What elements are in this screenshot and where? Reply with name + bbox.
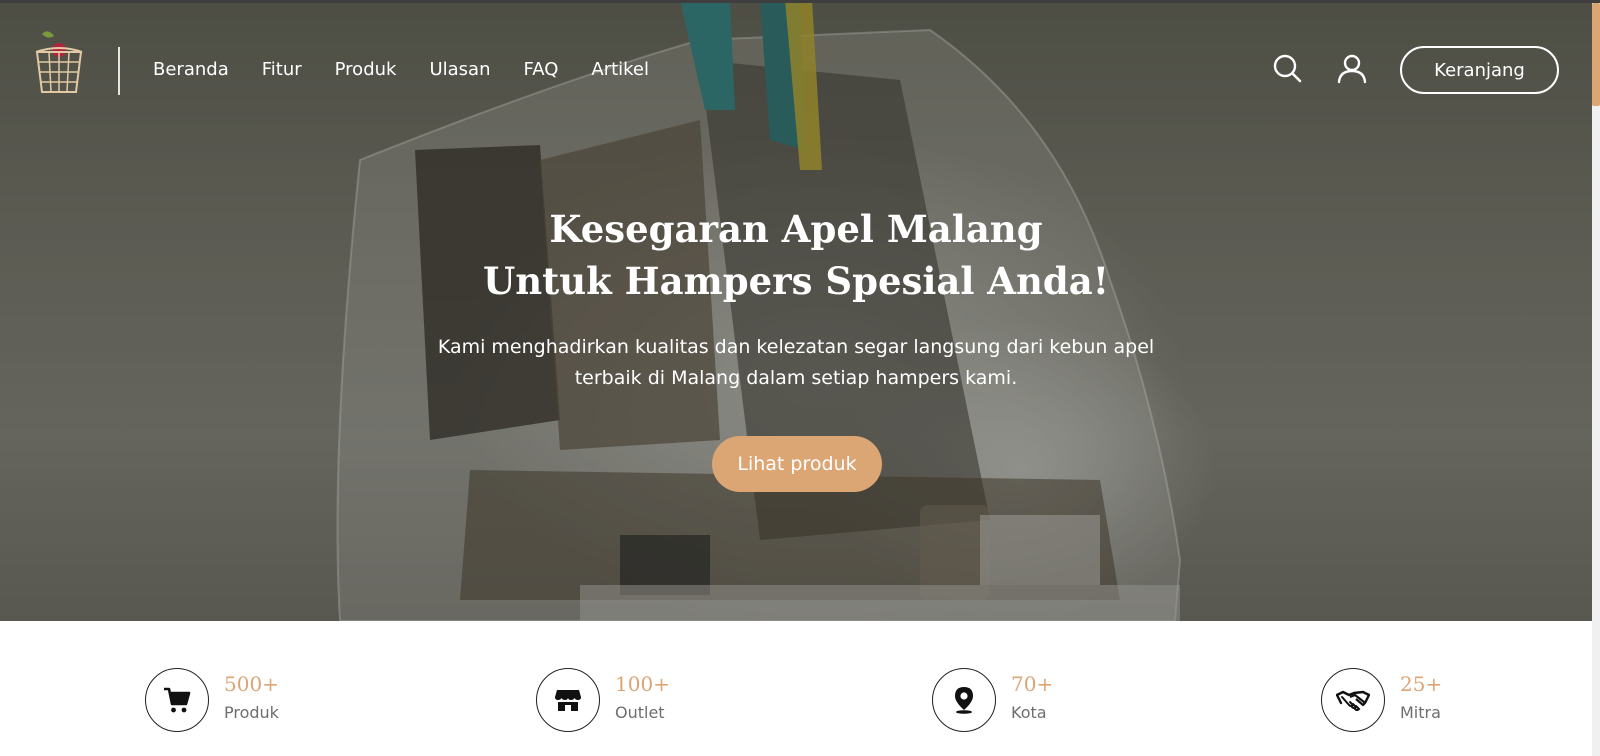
stat-item-outlet: 100+ Outlet bbox=[536, 668, 736, 732]
stat-label: Kota bbox=[1011, 703, 1047, 722]
cart-icon bbox=[164, 687, 191, 713]
stat-label: Mitra bbox=[1400, 703, 1441, 722]
handshake-icon bbox=[1336, 690, 1370, 711]
cart-button[interactable]: Keranjang bbox=[1400, 46, 1559, 94]
stat-value: 70+ bbox=[1011, 672, 1054, 696]
hero-title-line1: Kesegaran Apel Malang bbox=[549, 207, 1043, 251]
header-divider bbox=[118, 47, 120, 95]
stat-icon-circle bbox=[536, 668, 600, 732]
stat-icon-circle bbox=[932, 668, 996, 732]
nav-item-beranda[interactable]: Beranda bbox=[153, 58, 229, 82]
scrollbar-thumb[interactable] bbox=[1592, 3, 1600, 106]
stat-label: Outlet bbox=[615, 703, 665, 722]
hero-subtitle: Kami menghadirkan kualitas dan kelezatan… bbox=[396, 332, 1196, 394]
stat-label: Produk bbox=[224, 703, 279, 722]
view-products-button[interactable]: Lihat produk bbox=[712, 436, 882, 492]
stat-item-kota: 70+ Kota bbox=[932, 668, 1132, 732]
hero-title: Kesegaran Apel Malang Untuk Hampers Spes… bbox=[396, 203, 1196, 307]
stat-icon-circle bbox=[1321, 668, 1385, 732]
nav-item-produk[interactable]: Produk bbox=[335, 58, 397, 82]
stat-icon-circle bbox=[145, 668, 209, 732]
stats-section: 500+ Produk 100+ Outlet 70+ Kota 25+ Mit… bbox=[0, 621, 1592, 756]
user-icon[interactable] bbox=[1336, 52, 1368, 84]
site-header: Beranda Fitur Produk Ulasan FAQ Artikel … bbox=[0, 0, 1592, 140]
nav-item-fitur[interactable]: Fitur bbox=[262, 58, 302, 82]
hero-title-line2: Untuk Hampers Spesial Anda! bbox=[482, 259, 1109, 303]
top-border bbox=[0, 0, 1600, 3]
stat-item-mitra: 25+ Mitra bbox=[1321, 668, 1521, 732]
scrollbar-track[interactable] bbox=[1592, 0, 1600, 756]
nav-item-ulasan[interactable]: Ulasan bbox=[429, 58, 490, 82]
search-icon[interactable] bbox=[1271, 52, 1303, 84]
stat-value: 500+ bbox=[224, 672, 279, 696]
location-pin-icon bbox=[955, 687, 973, 714]
nav-item-artikel[interactable]: Artikel bbox=[591, 58, 649, 82]
store-icon bbox=[555, 690, 581, 711]
main-nav: Beranda Fitur Produk Ulasan FAQ Artikel bbox=[153, 58, 682, 82]
hero-subtitle-line2: terbaik di Malang dalam setiap hampers k… bbox=[574, 367, 1018, 389]
stat-value: 25+ bbox=[1400, 672, 1443, 696]
basket-logo-icon[interactable] bbox=[32, 26, 86, 96]
hero-subtitle-line1: Kami menghadirkan kualitas dan kelezatan… bbox=[437, 336, 1155, 358]
stat-value: 100+ bbox=[615, 672, 670, 696]
stat-item-produk: 500+ Produk bbox=[145, 668, 345, 732]
nav-item-faq[interactable]: FAQ bbox=[524, 58, 559, 82]
